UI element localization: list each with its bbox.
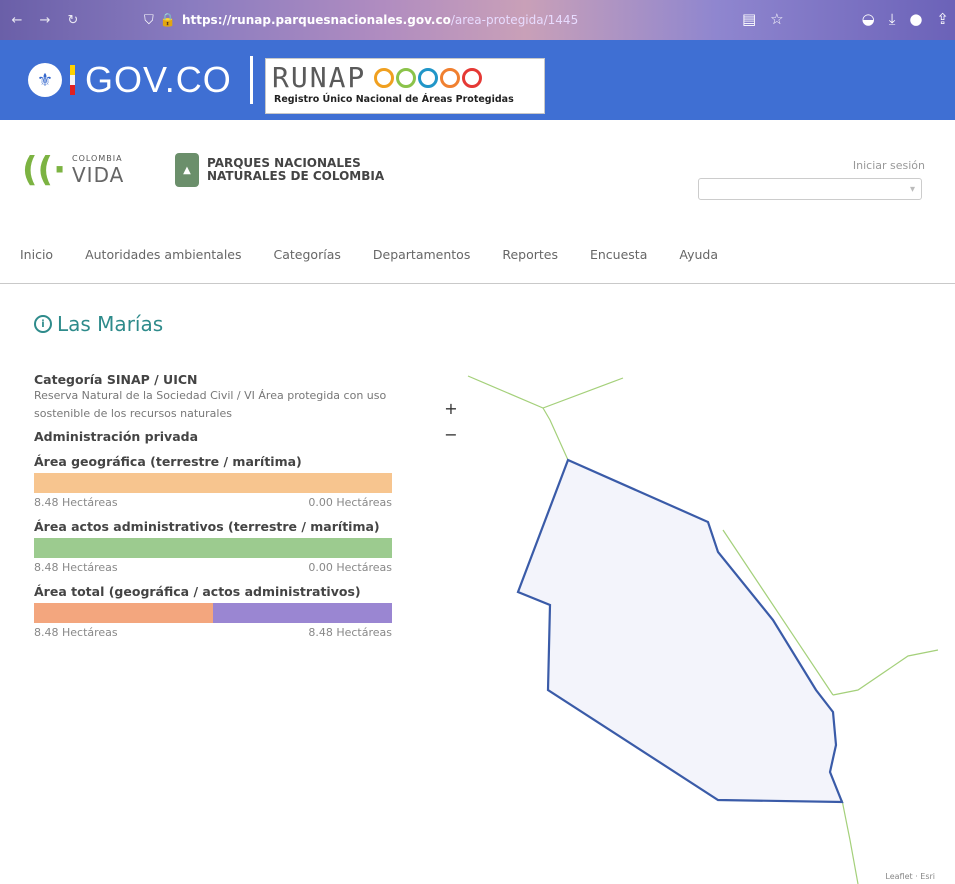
geo-area-right-value: 0.00 Hectáreas <box>308 496 392 509</box>
vida-text: VIDA <box>72 162 125 187</box>
total-area-geo-segment <box>34 603 213 623</box>
menu-item-inicio[interactable]: Inicio <box>20 247 53 262</box>
address-bar[interactable]: ⛉ 🔒 https://runap.parquesnacionales.gov.… <box>144 13 578 28</box>
category-value: Reserva Natural de la Sociedad Civil / V… <box>34 389 387 420</box>
language-select[interactable]: ▾ <box>698 178 922 200</box>
total-area-bar <box>34 603 392 623</box>
info-icon[interactable]: i <box>34 315 52 333</box>
pnn-emblem-icon: ▲ <box>175 153 199 187</box>
colombia-vida-logo[interactable]: ((· COLOMBIA VIDA <box>22 150 124 190</box>
login-link[interactable]: Iniciar sesión <box>853 159 925 172</box>
reader-icon[interactable]: ▤ <box>742 10 756 28</box>
protected-area-polygon[interactable] <box>516 458 844 804</box>
menu-item-autoridades[interactable]: Autoridades ambientales <box>85 247 241 262</box>
main-menu: Inicio Autoridades ambientales Categoría… <box>20 247 750 262</box>
acts-area-bar <box>34 538 392 558</box>
select-value <box>705 184 708 195</box>
menu-item-departamentos[interactable]: Departamentos <box>373 247 470 262</box>
runap-wordmark: RUNAP <box>272 61 367 94</box>
colombia-seal-icon: ⚜ <box>28 63 62 97</box>
map-attribution[interactable]: Leaflet · Esri <box>885 872 935 881</box>
road-top <box>467 375 624 409</box>
runap-logo[interactable]: RUNAP Registro Único Nacional de Áreas P… <box>265 58 545 114</box>
zoom-control: + − <box>439 395 463 447</box>
road-branch <box>542 407 569 461</box>
total-area-right-value: 8.48 Hectáreas <box>308 626 392 639</box>
road-right <box>832 649 939 696</box>
shield-icon: ⛉ <box>144 12 154 28</box>
back-icon[interactable]: ← <box>6 13 28 28</box>
area-info-panel: Categoría SINAP / UICN Reserva Natural d… <box>34 372 392 639</box>
menu-item-encuesta[interactable]: Encuesta <box>590 247 647 262</box>
total-area-acts-segment <box>213 603 392 623</box>
menu-item-categorias[interactable]: Categorías <box>274 247 341 262</box>
flag-stripe <box>70 65 75 95</box>
pnn-logo[interactable]: ▲ PARQUES NACIONALES NATURALES DE COLOMB… <box>175 153 384 187</box>
total-area-title: Área total (geográfica / actos administr… <box>34 584 361 599</box>
lock-icon: 🔒 <box>159 12 176 28</box>
admin-type: Administración privada <box>34 429 199 444</box>
geo-area-title: Área geográfica (terrestre / marítima) <box>34 454 302 469</box>
runap-circles-icon <box>374 67 483 88</box>
browser-toolbar: ← → ↻ ⛉ 🔒 https://runap.parquesnacionale… <box>0 0 955 40</box>
pocket-icon[interactable]: ◒ <box>862 10 875 28</box>
bookmark-star-icon[interactable]: ☆ <box>770 10 783 28</box>
chevron-down-icon: ▾ <box>909 183 915 195</box>
area-name: Las Marías <box>57 312 164 336</box>
download-icon[interactable]: ⤓ <box>889 10 896 28</box>
extension-icon[interactable]: ● <box>909 10 922 28</box>
share-icon[interactable]: ⇪ <box>936 10 949 28</box>
page-title: i Las Marías <box>34 312 163 336</box>
menu-divider <box>0 283 955 284</box>
category-label: Categoría SINAP / UICN <box>34 372 198 387</box>
url-text[interactable]: https://runap.parquesnacionales.gov.co/a… <box>182 13 578 27</box>
total-area-left-value: 8.48 Hectáreas <box>34 626 118 639</box>
colombia-small-text: COLOMBIA <box>72 153 123 163</box>
runap-subtitle: Registro Único Nacional de Áreas Protegi… <box>274 94 514 105</box>
zoom-in-button[interactable]: + <box>439 395 463 421</box>
zoom-out-button[interactable]: − <box>439 421 463 447</box>
pnn-line2: NATURALES DE COLOMBIA <box>207 169 385 183</box>
acts-area-right-value: 0.00 Hectáreas <box>308 561 392 574</box>
gov-logo[interactable]: ⚜ GOV.CO <box>28 56 253 104</box>
geo-area-left-value: 8.48 Hectáreas <box>34 496 118 509</box>
reload-icon[interactable]: ↻ <box>62 13 84 28</box>
geo-area-bar <box>34 473 392 493</box>
forward-icon[interactable]: → <box>34 13 56 28</box>
gov-divider <box>249 56 253 104</box>
acts-area-title: Área actos administrativos (terrestre / … <box>34 519 380 534</box>
road-south <box>841 799 859 884</box>
menu-item-reportes[interactable]: Reportes <box>502 247 558 262</box>
wifi-wave-icon: ((· <box>22 150 66 190</box>
area-map[interactable] <box>438 360 955 884</box>
menu-item-ayuda[interactable]: Ayuda <box>679 247 718 262</box>
acts-area-left-value: 8.48 Hectáreas <box>34 561 118 574</box>
gov-text: GOV.CO <box>85 59 232 100</box>
